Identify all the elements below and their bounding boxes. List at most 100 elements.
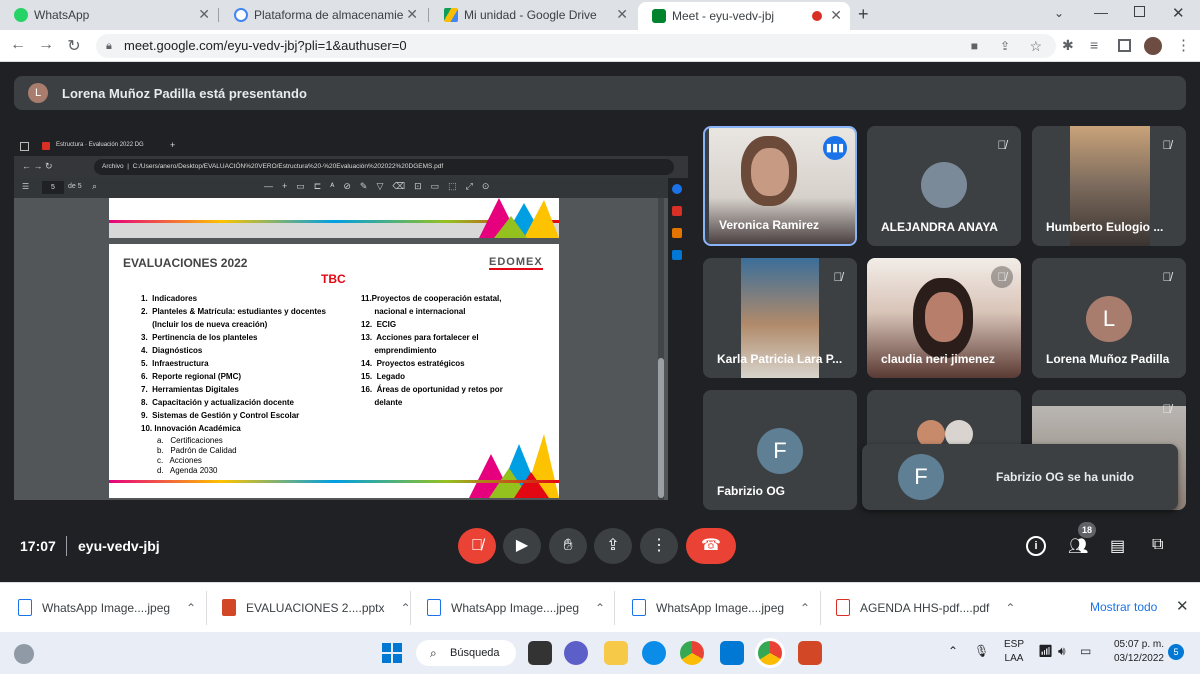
end-call-button[interactable]: ☎︎: [686, 528, 736, 564]
download-item[interactable]: WhatsApp Image....jpeg ⌃: [18, 595, 196, 621]
camera-toggle-button[interactable]: ▶: [503, 528, 541, 564]
participant-name: Veronica Ramirez: [719, 218, 820, 232]
clock[interactable]: 05:07 p. m. 03/12/2022: [1104, 638, 1164, 666]
side-panel-icon[interactable]: [1118, 39, 1131, 52]
image-file-icon: [632, 599, 646, 616]
avatar: F: [757, 428, 803, 474]
download-item[interactable]: EVALUACIONES 2....pptx ⌃: [222, 595, 411, 621]
download-item[interactable]: AGENDA HHS-pdf....pdf ⌃: [836, 595, 1015, 621]
file-explorer-icon[interactable]: [604, 641, 628, 665]
bookmark-star-icon[interactable]: ☆: [1029, 34, 1042, 58]
windows-start-icon[interactable]: [382, 643, 402, 663]
avatar: L: [28, 83, 48, 103]
menu-icon[interactable]: ⋮: [1176, 36, 1191, 54]
list-item: 4. Diagnósticos: [141, 346, 203, 355]
taskbar-search[interactable]: ⌕ Búsqueda: [416, 640, 516, 666]
tab-search-icon[interactable]: ⌄: [1054, 6, 1064, 20]
edge-icon[interactable]: [642, 641, 666, 665]
close-tab-icon[interactable]: ✕: [616, 6, 628, 23]
mic-off-icon: 🎙̸: [991, 266, 1013, 288]
chevron-up-icon[interactable]: ⌃: [1005, 595, 1015, 621]
more-options-button[interactable]: ⋮: [640, 528, 678, 564]
tab-meet[interactable]: Meet - eyu-vedv-jbj ✕: [638, 2, 850, 30]
chevron-up-icon[interactable]: ⌃: [948, 644, 958, 658]
participant-tile[interactable]: ▮▮▮ Veronica Ramirez: [703, 126, 857, 246]
camera-icon[interactable]: ■: [971, 34, 978, 58]
tab-drive[interactable]: Mi unidad - Google Drive ✕: [430, 0, 636, 30]
reading-list-icon[interactable]: ≡: [1090, 37, 1098, 53]
tab-whatsapp[interactable]: WhatsApp ✕: [0, 0, 218, 30]
language-indicator[interactable]: ESP LAA: [1004, 638, 1024, 666]
maximize-button[interactable]: [1134, 6, 1145, 17]
pdf-scrollbar[interactable]: [658, 198, 664, 500]
sub-item: b. Padrón de Calidad: [157, 446, 237, 455]
avatar: F: [898, 454, 944, 500]
show-all-button[interactable]: Mostrar todo: [1090, 600, 1157, 614]
pdf-file-icon: [836, 599, 850, 616]
list-item: delante: [361, 398, 403, 407]
participant-tile[interactable]: 🎙̸ Humberto Eulogio ...: [1032, 126, 1186, 246]
back-button[interactable]: ←: [8, 36, 28, 54]
store-icon[interactable]: [720, 641, 744, 665]
meeting-details-icon[interactable]: i: [1026, 536, 1046, 556]
avatar: L: [1086, 296, 1132, 342]
download-item[interactable]: WhatsApp Image....jpeg ⌃: [427, 595, 605, 621]
chrome-profile-icon[interactable]: [758, 641, 782, 665]
meeting-code: eyu-vedv-jbj: [78, 538, 160, 554]
chat-app-icon[interactable]: [564, 641, 588, 665]
lang-label: ESP: [1004, 639, 1025, 650]
tab-title: Mi unidad - Google Drive: [464, 8, 597, 22]
close-window-button[interactable]: ✕: [1172, 4, 1185, 22]
profile-avatar[interactable]: [1144, 37, 1162, 55]
battery-icon[interactable]: ▭: [1080, 644, 1091, 658]
wifi-icon[interactable]: 📶︎: [1038, 644, 1053, 658]
chrome-icon[interactable]: [680, 641, 704, 665]
chevron-up-icon[interactable]: ⌃: [800, 595, 810, 621]
join-text: Fabrizio OG se ha unido: [996, 470, 1135, 484]
clock-time: 05:07 p. m.: [1113, 639, 1164, 650]
chevron-up-icon[interactable]: ⌃: [595, 595, 605, 621]
participant-tile[interactable]: F Fabrizio OG: [703, 390, 857, 510]
downloads-bar: WhatsApp Image....jpeg ⌃ EVALUACIONES 2..…: [0, 582, 1200, 632]
triangle-graphic: [469, 434, 559, 498]
close-tab-icon[interactable]: ✕: [830, 7, 842, 24]
address-text: C:/Users/anero/Desktop/EVALUACIÓN%20VERO…: [132, 163, 444, 170]
share-icon[interactable]: ⇪: [1000, 34, 1010, 58]
pdf-toolbar: ☰ 5 de 5 ⌕ —+▭⊏ᴬ⊘✎▽⌫⊡▭⬚⤢⊙: [14, 178, 688, 198]
chat-icon[interactable]: ▤: [1110, 536, 1125, 556]
widgets-icon[interactable]: [14, 644, 34, 664]
new-tab-button[interactable]: +: [858, 4, 869, 25]
extensions-icon[interactable]: ✱: [1062, 37, 1074, 54]
pdf-viewport: EVALUACIONES 2022 TBC EDOMEX 1. Indicado…: [14, 198, 688, 500]
notification-badge[interactable]: 5: [1168, 644, 1184, 660]
participant-tile[interactable]: 🎙̸ ALEJANDRA ANAYA: [867, 126, 1021, 246]
microphone-icon[interactable]: 🎙︎: [974, 644, 989, 658]
shared-tab-title: Estructura: [56, 142, 84, 148]
forward-button[interactable]: →: [36, 36, 56, 54]
close-tab-icon[interactable]: ✕: [198, 6, 210, 23]
people-icon[interactable]: 👥︎: [1068, 536, 1088, 556]
participant-tile[interactable]: 🎙̸ Karla Patricia Lara P...: [703, 258, 857, 378]
volume-icon[interactable]: 🔊︎: [1058, 644, 1066, 659]
address-bar[interactable]: 🔒︎ meet.google.com/eyu-vedv-jbj?pli=1&au…: [96, 34, 1056, 58]
participant-tile[interactable]: L 🎙̸ Lorena Muñoz Padilla: [1032, 258, 1186, 378]
reload-button[interactable]: ↻: [64, 36, 84, 56]
task-view-icon[interactable]: [528, 641, 552, 665]
list-item: 12. ECIG: [361, 320, 397, 329]
minimize-button[interactable]: —: [1094, 4, 1108, 20]
edomex-logo: EDOMEX: [489, 256, 543, 270]
list-item: 3. Pertinencia de los planteles: [141, 333, 258, 342]
close-tab-icon[interactable]: ✕: [406, 6, 418, 23]
mic-toggle-button[interactable]: 🎙̸: [458, 528, 496, 564]
tab-plataforma[interactable]: Plataforma de almacenamiento p ✕: [220, 0, 426, 30]
close-downloads-button[interactable]: ✕: [1176, 597, 1189, 615]
present-screen-button[interactable]: ⇪: [594, 528, 632, 564]
google-icon: [234, 8, 248, 22]
powerpoint-icon[interactable]: [798, 641, 822, 665]
chevron-up-icon[interactable]: ⌃: [400, 595, 410, 621]
download-item[interactable]: WhatsApp Image....jpeg ⌃: [632, 595, 810, 621]
chevron-up-icon[interactable]: ⌃: [186, 595, 196, 621]
activities-icon[interactable]: ⧉: [1152, 536, 1163, 554]
raise-hand-button[interactable]: ✋︎: [549, 528, 587, 564]
participant-tile[interactable]: 🎙̸ claudia neri jimenez: [867, 258, 1021, 378]
